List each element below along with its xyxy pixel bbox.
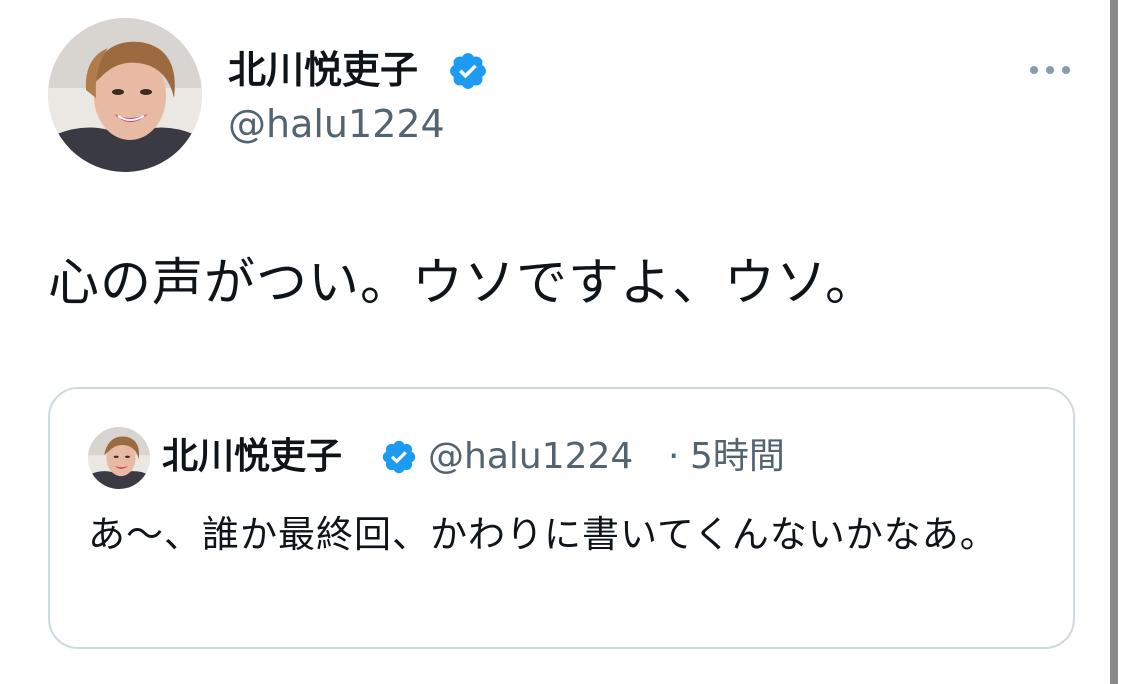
meta-separator: · — [668, 436, 680, 477]
author-handle[interactable]: @halu1224 — [228, 100, 445, 148]
verified-badge-icon — [382, 440, 416, 474]
tweet: 北川悦吏子 @halu1224 心の声がつい。ウソですよ、ウソ。 北川悦吏子 @… — [0, 0, 1106, 684]
quoted-author-avatar[interactable] — [88, 427, 150, 489]
scrollbar[interactable] — [1106, 0, 1125, 684]
quoted-author-handle[interactable]: @halu1224 — [428, 433, 633, 481]
scrollbar-thumb[interactable] — [1110, 0, 1118, 684]
author-name[interactable]: 北川悦吏子 — [228, 46, 418, 94]
quoted-tweet-text: あ〜、誰か最終回、かわりに書いてくんないかなあ。 — [88, 513, 998, 556]
quoted-author-name[interactable]: 北川悦吏子 — [162, 433, 342, 481]
more-options-icon[interactable] — [1026, 60, 1074, 80]
author-avatar[interactable] — [48, 18, 202, 172]
tweet-text: 心の声がつい。ウソですよ、ウソ。 — [48, 254, 877, 313]
avatar-photo — [48, 18, 202, 172]
quoted-avatar-photo — [88, 427, 150, 489]
verified-badge-icon — [450, 53, 486, 89]
quoted-timestamp[interactable]: 5時間 — [690, 433, 785, 481]
quoted-tweet-card[interactable]: 北川悦吏子 @halu1224 · 5時間 あ〜、誰か最終回、かわりに書いてくん… — [48, 387, 1075, 649]
